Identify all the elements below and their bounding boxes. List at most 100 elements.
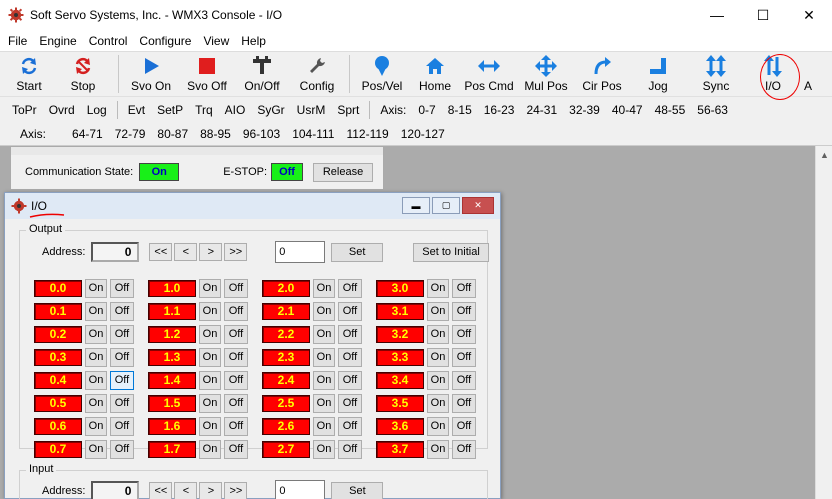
tab-axis-24-31[interactable]: 24-31	[520, 103, 563, 117]
bit-off-button[interactable]: Off	[452, 370, 476, 390]
bit-off-button[interactable]: Off	[224, 416, 248, 436]
tab-axis-0-7[interactable]: 0-7	[412, 103, 441, 117]
bit-off-button[interactable]: Off	[452, 393, 476, 413]
bit-on-button[interactable]: On	[313, 393, 335, 413]
bit-on-button[interactable]: On	[427, 347, 449, 367]
bit-off-button[interactable]: Off	[452, 324, 476, 344]
bit-on-button[interactable]: On	[427, 416, 449, 436]
bit-on-button[interactable]: On	[313, 347, 335, 367]
bit-on-button[interactable]: On	[85, 324, 107, 344]
more-button[interactable]: A	[800, 52, 816, 95]
bit-off-button[interactable]: Off	[224, 370, 248, 390]
bit-off-button[interactable]: Off	[224, 393, 248, 413]
bit-on-button[interactable]: On	[427, 301, 449, 321]
tab-evt[interactable]: Evt	[122, 103, 151, 117]
bit-off-button[interactable]: Off	[338, 370, 362, 390]
stop-button[interactable]: Stop	[52, 52, 114, 95]
bit-on-button[interactable]: On	[313, 278, 335, 298]
bit-off-button[interactable]: Off	[110, 324, 134, 344]
bit-off-button[interactable]: Off	[224, 278, 248, 298]
svo-on-button[interactable]: Svo On	[123, 52, 179, 95]
tab-axis-64-71[interactable]: 64-71	[66, 127, 109, 141]
bit-off-button[interactable]: Off	[110, 301, 134, 321]
prev-page-button[interactable]: <	[174, 243, 198, 261]
bit-on-button[interactable]: On	[199, 370, 221, 390]
bit-off-button[interactable]: Off	[338, 393, 362, 413]
sync-button[interactable]: Sync	[686, 52, 746, 95]
last-page-button[interactable]: >>	[224, 243, 248, 261]
bit-off-button[interactable]: Off	[338, 324, 362, 344]
tab-aio[interactable]: AIO	[219, 103, 252, 117]
release-button[interactable]: Release	[313, 162, 374, 182]
bit-on-button[interactable]: On	[85, 416, 107, 436]
bit-off-button[interactable]: Off	[110, 370, 134, 390]
tab-axis-32-39[interactable]: 32-39	[563, 103, 606, 117]
bit-off-button[interactable]: Off	[224, 439, 248, 459]
bit-on-button[interactable]: On	[427, 324, 449, 344]
tab-topr[interactable]: ToPr	[6, 103, 43, 117]
set-button[interactable]: Set	[331, 242, 384, 262]
bit-on-button[interactable]: On	[427, 278, 449, 298]
bit-on-button[interactable]: On	[85, 347, 107, 367]
set-to-initial-button[interactable]: Set to Initial	[413, 242, 489, 262]
tab-axis-48-55[interactable]: 48-55	[649, 103, 692, 117]
tab-sygr[interactable]: SyGr	[251, 103, 290, 117]
bit-on-button[interactable]: On	[313, 301, 335, 321]
menu-configure[interactable]: Configure	[133, 34, 197, 48]
tab-axis-80-87[interactable]: 80-87	[151, 127, 194, 141]
bit-on-button[interactable]: On	[85, 370, 107, 390]
first-page-button[interactable]: <<	[149, 243, 173, 261]
bit-off-button[interactable]: Off	[338, 278, 362, 298]
bit-off-button[interactable]: Off	[338, 301, 362, 321]
menu-file[interactable]: File	[2, 34, 33, 48]
input-first-page-button[interactable]: <<	[149, 482, 173, 499]
bit-on-button[interactable]: On	[313, 439, 335, 459]
pos-vel-button[interactable]: Pos/Vel	[354, 52, 410, 95]
bit-on-button[interactable]: On	[199, 301, 221, 321]
vertical-scrollbar[interactable]: ▲	[815, 146, 832, 499]
tab-axis-72-79[interactable]: 72-79	[109, 127, 152, 141]
tab-axis-16-23[interactable]: 16-23	[478, 103, 521, 117]
on-off-button[interactable]: On/Off	[235, 52, 289, 95]
bit-off-button[interactable]: Off	[452, 416, 476, 436]
io-button[interactable]: I/O	[746, 52, 800, 95]
tab-axis-88-95[interactable]: 88-95	[194, 127, 237, 141]
tab-log[interactable]: Log	[81, 103, 113, 117]
bit-on-button[interactable]: On	[199, 439, 221, 459]
svo-off-button[interactable]: Svo Off	[179, 52, 235, 95]
bit-on-button[interactable]: On	[85, 439, 107, 459]
minimize-button[interactable]: —	[694, 0, 740, 30]
menu-control[interactable]: Control	[83, 34, 134, 48]
bit-off-button[interactable]: Off	[338, 347, 362, 367]
bit-off-button[interactable]: Off	[224, 324, 248, 344]
bit-off-button[interactable]: Off	[338, 439, 362, 459]
close-button[interactable]: ✕	[786, 0, 832, 30]
tab-axis-104-111[interactable]: 104-111	[286, 127, 340, 141]
bit-off-button[interactable]: Off	[452, 278, 476, 298]
input-next-page-button[interactable]: >	[199, 482, 223, 499]
tab-trq[interactable]: Trq	[189, 103, 219, 117]
cir-pos-button[interactable]: Cir Pos	[574, 52, 630, 95]
input-set-button[interactable]: Set	[331, 481, 384, 499]
bit-on-button[interactable]: On	[313, 324, 335, 344]
output-value-input[interactable]: 0	[275, 241, 326, 263]
bit-on-button[interactable]: On	[85, 278, 107, 298]
pos-cmd-button[interactable]: Pos Cmd	[460, 52, 518, 95]
bit-on-button[interactable]: On	[313, 416, 335, 436]
mul-pos-button[interactable]: Mul Pos	[518, 52, 574, 95]
menu-engine[interactable]: Engine	[33, 34, 82, 48]
maximize-button[interactable]: ☐	[740, 0, 786, 30]
bit-on-button[interactable]: On	[313, 370, 335, 390]
bit-off-button[interactable]: Off	[110, 439, 134, 459]
bit-on-button[interactable]: On	[85, 393, 107, 413]
tab-axis-120-127[interactable]: 120-127	[395, 127, 451, 141]
bit-off-button[interactable]: Off	[110, 393, 134, 413]
input-prev-page-button[interactable]: <	[174, 482, 198, 499]
jog-button[interactable]: Jog	[630, 52, 686, 95]
bit-on-button[interactable]: On	[85, 301, 107, 321]
next-page-button[interactable]: >	[199, 243, 223, 261]
bit-on-button[interactable]: On	[199, 347, 221, 367]
bit-on-button[interactable]: On	[427, 370, 449, 390]
start-button[interactable]: Start	[6, 52, 52, 95]
tab-axis-56-63[interactable]: 56-63	[691, 103, 734, 117]
